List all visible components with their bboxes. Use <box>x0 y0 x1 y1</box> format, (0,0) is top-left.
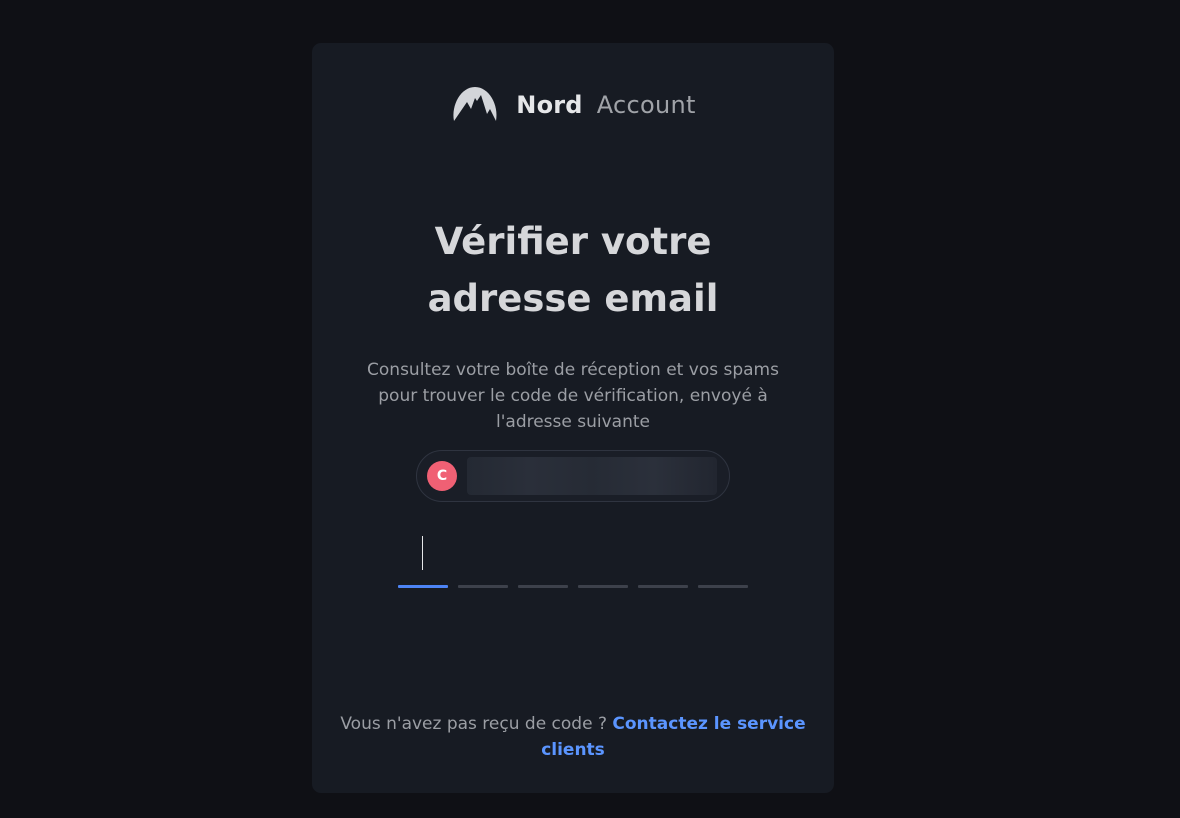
code-digit-slot-4[interactable] <box>578 585 628 588</box>
no-code-question: Vous n'avez pas reçu de code ? <box>340 714 607 734</box>
code-digit-slot-2[interactable] <box>458 585 508 588</box>
code-digit-slot-5[interactable] <box>638 585 688 588</box>
code-digit-slot-3[interactable] <box>518 585 568 588</box>
code-digit-slot-1[interactable] <box>398 585 448 588</box>
brand-name: Nord <box>516 91 583 119</box>
nord-mountain-logo-icon <box>450 83 500 127</box>
footer-help: Vous n'avez pas reçu de code ? Contactez… <box>332 711 814 763</box>
instructions-text: Consultez votre boîte de réception et vo… <box>367 360 779 432</box>
verification-code-input[interactable] <box>398 533 748 593</box>
verification-card: Nord Account Vérifier votre adresse emai… <box>312 43 834 793</box>
redacted-email-address <box>467 457 717 495</box>
avatar: C <box>427 461 457 491</box>
email-chip: C <box>416 450 730 502</box>
brand-product: Account <box>596 91 696 119</box>
page-title: Vérifier votre adresse email <box>427 220 719 320</box>
brand-header: Nord Account <box>312 83 834 127</box>
code-digit-slot-6[interactable] <box>698 585 748 588</box>
text-caret <box>422 536 423 570</box>
